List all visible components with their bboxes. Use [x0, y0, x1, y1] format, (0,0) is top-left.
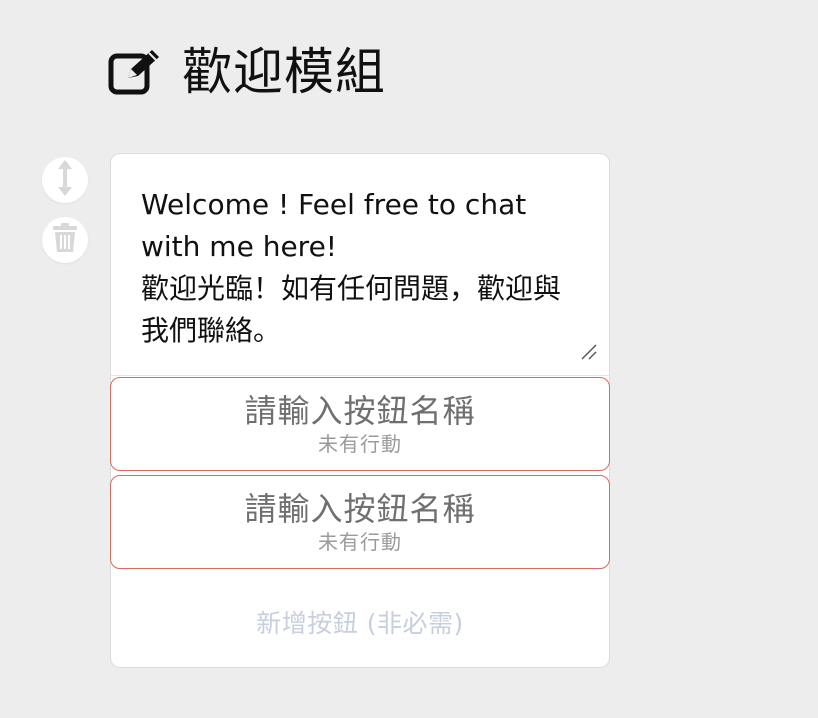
- module-title: 歡迎模組: [182, 43, 386, 101]
- add-button[interactable]: 新增按鈕 (非必需): [111, 582, 609, 662]
- delete-button[interactable]: [42, 217, 88, 263]
- button-name-placeholder: 請輸入按鈕名稱: [244, 490, 476, 528]
- vertical-arrows-icon: [56, 159, 74, 201]
- welcome-message-textarea[interactable]: Welcome ! Feel free to chat with me here…: [141, 184, 581, 352]
- module-header: 歡迎模組: [108, 40, 386, 104]
- edit-icon[interactable]: [108, 44, 164, 100]
- message-divider: [111, 375, 609, 376]
- trash-icon: [52, 223, 78, 257]
- button-action-status: 未有行動: [318, 432, 402, 456]
- quick-reply-button-1[interactable]: 請輸入按鈕名稱 未有行動: [110, 377, 610, 471]
- welcome-message-card: Welcome ! Feel free to chat with me here…: [110, 153, 610, 668]
- resize-handle-icon[interactable]: [579, 342, 599, 362]
- button-name-placeholder: 請輸入按鈕名稱: [244, 392, 476, 430]
- quick-reply-button-2[interactable]: 請輸入按鈕名稱 未有行動: [110, 475, 610, 569]
- move-handle-button[interactable]: [42, 157, 88, 203]
- button-action-status: 未有行動: [318, 530, 402, 554]
- welcome-module-page: 歡迎模組 Welcome ! Feel free to chat with me…: [0, 0, 818, 718]
